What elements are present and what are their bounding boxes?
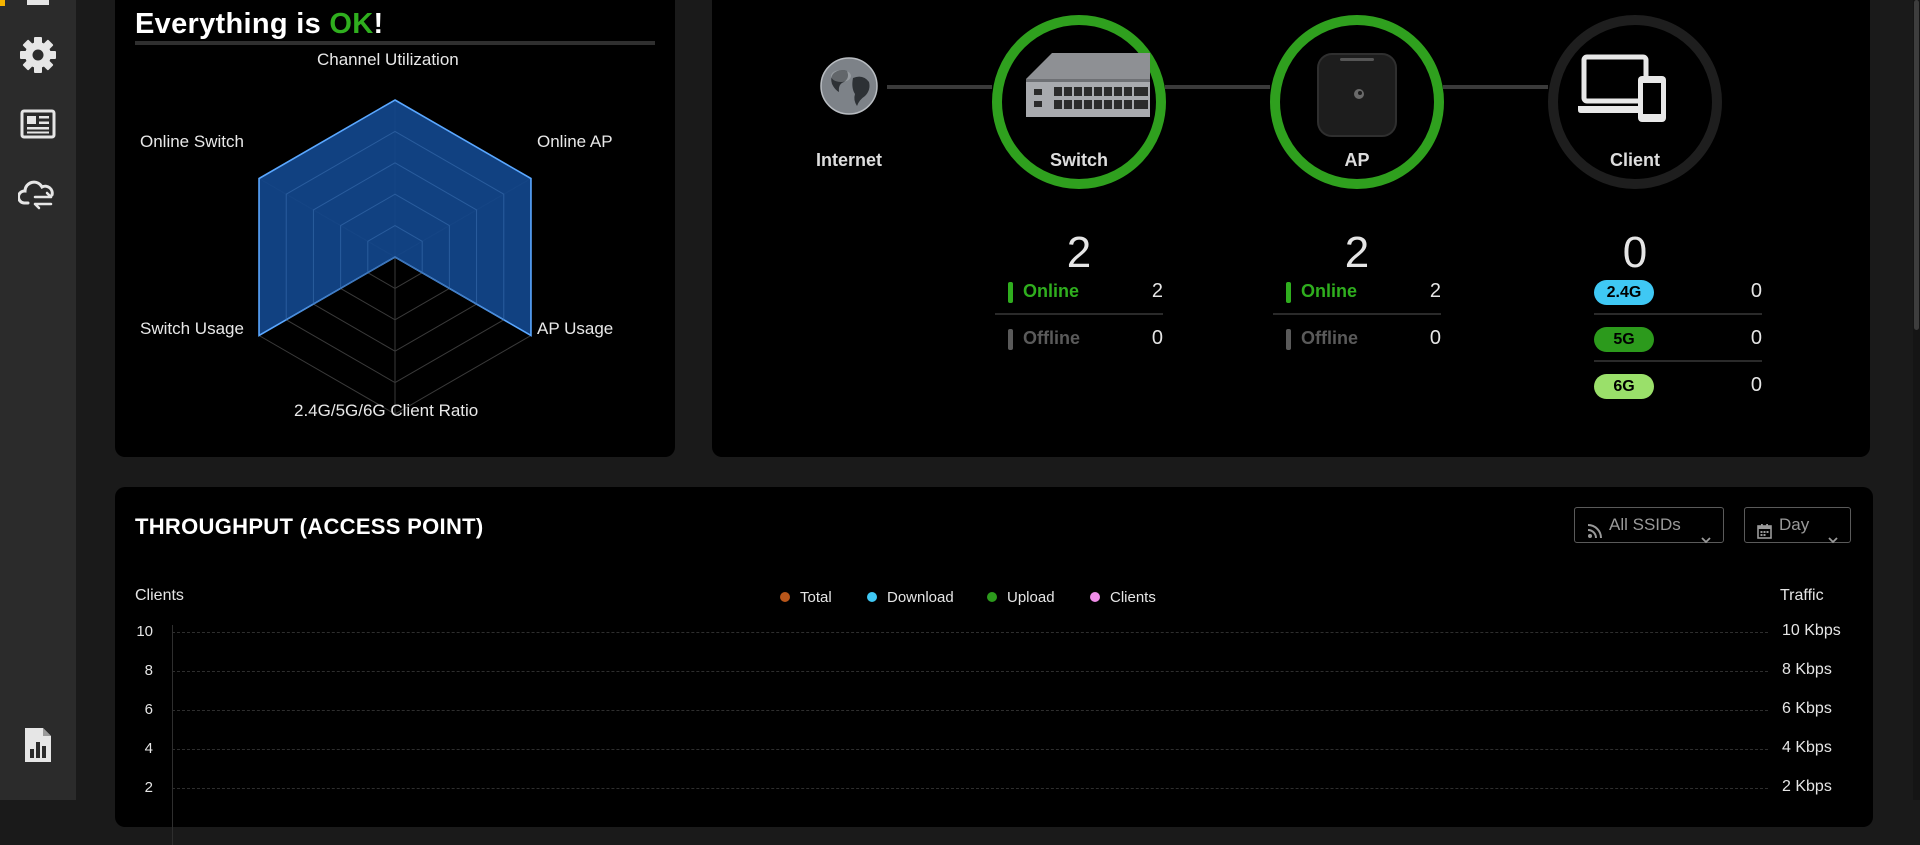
left-tick: 8	[144, 662, 153, 679]
client-band-6g-row: 6G 0	[1594, 363, 1762, 409]
gridline	[172, 671, 1768, 672]
link-internet-switch	[887, 85, 992, 89]
band-6g-badge: 6G	[1594, 374, 1654, 399]
ap-offline-label: Offline	[1301, 328, 1358, 348]
active-indicator	[0, 0, 5, 6]
switch-device-icon	[1024, 49, 1152, 121]
offline-indicator	[1286, 329, 1291, 350]
left-tick: 4	[144, 740, 153, 757]
gridline	[172, 632, 1768, 633]
right-tick: 8 Kbps	[1782, 661, 1832, 678]
internet-label: Internet	[815, 150, 882, 170]
row-divider	[995, 313, 1163, 315]
row-divider	[1594, 360, 1762, 362]
switch-offline-value: 0	[1151, 327, 1163, 349]
ap-online-label: Online	[1301, 281, 1358, 301]
topology-card: Internet Switch 2 Online 2 Offline 0 AP …	[712, 0, 1870, 457]
radar-label-client-ratio: 2.4G/5G/6G Client Ratio	[294, 401, 479, 420]
throughput-card: THROUGHPUT (ACCESS POINT) All SSIDs Day …	[115, 487, 1873, 845]
left-tick: 2	[144, 779, 153, 796]
legend-total-label: Total	[800, 589, 832, 606]
report-chart-icon[interactable]	[18, 725, 58, 765]
radar-label-ap-usage: AP Usage	[537, 319, 614, 338]
band-24g-value: 0	[1750, 280, 1762, 302]
radar-label-online-ap: Online AP	[537, 132, 613, 151]
band-5g-badge: 5G	[1594, 327, 1654, 352]
band-24g-badge: 2.4G	[1594, 280, 1654, 305]
row-divider	[1273, 313, 1441, 315]
radar-label-channel-utilization: Channel Utilization	[317, 50, 459, 69]
health-card: Everything is OK! Channel Utilization On…	[115, 0, 675, 457]
left-tick: 6	[144, 701, 153, 718]
switch-online-value: 2	[1151, 280, 1163, 302]
devices-icon	[1578, 54, 1668, 122]
band-6g-value: 0	[1750, 374, 1762, 396]
online-indicator	[1286, 282, 1291, 303]
legend-total[interactable]: Total	[780, 589, 832, 606]
range-select[interactable]: Day	[1744, 507, 1851, 544]
switch-label: Switch	[1049, 150, 1108, 170]
ap-label: AP	[1344, 150, 1370, 170]
legend-download-label: Download	[887, 589, 954, 606]
right-tick: 2 Kbps	[1782, 778, 1832, 795]
radar-label-switch-usage: Switch Usage	[140, 319, 244, 338]
legend-download[interactable]: Download	[867, 589, 954, 606]
legend-dot	[1090, 592, 1100, 603]
legend-dot	[867, 592, 877, 603]
right-axis-title: Traffic	[1780, 587, 1824, 604]
band-5g-value: 0	[1750, 327, 1762, 349]
scrollbar-thumb[interactable]	[1914, 0, 1919, 330]
gridline	[172, 710, 1768, 711]
ap-offline-row: Offline 0	[1273, 316, 1441, 362]
legend-upload-label: Upload	[1007, 589, 1055, 606]
radar-label-online-switch: Online Switch	[140, 132, 244, 151]
gear-icon[interactable]	[18, 35, 58, 75]
client-band-5g-row: 5G 0	[1594, 316, 1762, 362]
ssid-select-value: All SSIDs	[1609, 515, 1681, 534]
offline-indicator	[1008, 329, 1013, 350]
switch-offline-row: Offline 0	[995, 316, 1163, 362]
legend-clients-label: Clients	[1110, 589, 1156, 606]
client-band-24g-row: 2.4G 0	[1594, 269, 1762, 315]
menu-icon[interactable]	[27, 0, 49, 5]
ap-offline-value: 0	[1429, 327, 1441, 349]
link-ap-client	[1443, 85, 1548, 89]
newspaper-icon[interactable]	[18, 104, 58, 144]
legend-dot	[780, 592, 790, 603]
right-tick: 10 Kbps	[1782, 622, 1841, 639]
switch-online-label: Online	[1023, 281, 1080, 301]
range-select-value: Day	[1779, 515, 1810, 534]
right-tick: 6 Kbps	[1782, 700, 1832, 717]
left-axis-title: Clients	[135, 587, 184, 604]
chevron-down-icon	[1701, 522, 1711, 556]
sidebar	[0, 0, 76, 800]
switch-online-row: Online 2	[995, 269, 1163, 315]
legend-clients[interactable]: Clients	[1090, 589, 1156, 606]
gridline	[172, 788, 1768, 789]
gridline	[172, 749, 1768, 750]
switch-offline-label: Offline	[1023, 328, 1080, 348]
scrollbar[interactable]	[1913, 0, 1920, 800]
chevron-down-icon	[1828, 522, 1838, 556]
legend-dot	[987, 592, 997, 603]
access-point-icon	[1316, 52, 1398, 138]
rss-icon	[1587, 517, 1603, 551]
ap-online-row: Online 2	[1273, 269, 1441, 315]
legend-upload[interactable]: Upload	[987, 589, 1055, 606]
left-tick: 10	[136, 623, 153, 640]
link-switch-ap	[1165, 85, 1270, 89]
client-label: Client	[1609, 150, 1660, 170]
row-divider	[1594, 313, 1762, 315]
ap-online-value: 2	[1429, 280, 1441, 302]
throughput-title: THROUGHPUT (ACCESS POINT)	[135, 514, 484, 539]
globe-icon	[819, 56, 879, 116]
chart-y-axis	[172, 625, 173, 845]
right-tick: 4 Kbps	[1782, 739, 1832, 756]
ssid-select[interactable]: All SSIDs	[1574, 507, 1724, 544]
cloud-sync-icon[interactable]	[17, 173, 58, 213]
calendar-icon	[1757, 517, 1772, 551]
online-indicator	[1008, 282, 1013, 303]
